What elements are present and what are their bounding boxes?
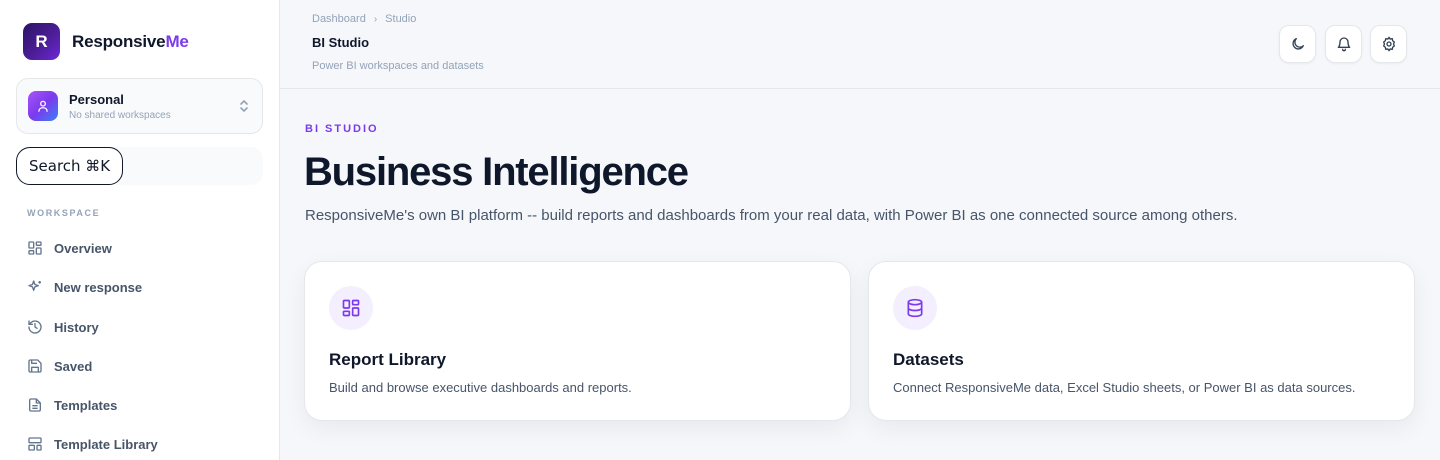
brand[interactable]: R ResponsiveMe (23, 23, 189, 60)
search-row: Search ⌘K (16, 147, 263, 185)
report-library-card[interactable]: Report Library Build and browse executiv… (304, 261, 851, 421)
breadcrumb-studio[interactable]: Studio (385, 13, 416, 25)
sidebar-item-overview[interactable]: Overview (27, 238, 112, 258)
card-description: Connect ResponsiveMe data, Excel Studio … (893, 380, 1356, 395)
sidebar-item-label: Saved (54, 358, 93, 374)
grid-icon (329, 286, 373, 330)
sidebar-item-saved[interactable]: Saved (27, 356, 92, 376)
top-header: Dashboard › Studio BI Studio Power BI wo… (280, 0, 1440, 89)
theme-toggle-button[interactable] (1279, 25, 1316, 63)
sidebar-item-label: Template Library (54, 436, 158, 452)
sidebar-item-label: History (54, 319, 99, 335)
bell-icon (1337, 37, 1350, 52)
settings-button[interactable] (1370, 25, 1407, 63)
page-subtitle: Power BI workspaces and datasets (312, 60, 484, 72)
section-eyebrow: BI STUDIO (305, 123, 379, 135)
breadcrumb: Dashboard › Studio (312, 13, 416, 25)
workspace-subtitle: No shared workspaces (69, 109, 171, 121)
sidebar-item-label: Overview (54, 240, 112, 256)
grid-icon (28, 241, 42, 255)
hero-description: ResponsiveMe's own BI platform -- build … (305, 207, 1238, 224)
search-button[interactable]: Search ⌘K (16, 147, 124, 185)
datasets-card[interactable]: Datasets Connect ResponsiveMe data, Exce… (868, 261, 1415, 421)
sidebar-item-new-response[interactable]: New response (27, 277, 142, 297)
nav-heading: WORKSPACE (27, 208, 101, 218)
page-title: BI Studio (312, 35, 370, 50)
workspace-title: Personal (69, 91, 124, 107)
card-description: Build and browse executive dashboards an… (329, 380, 632, 395)
database-icon (893, 286, 937, 330)
sidebar-item-history[interactable]: History (27, 317, 99, 337)
breadcrumb-dashboard[interactable]: Dashboard (312, 13, 366, 25)
sidebar-item-templates[interactable]: Templates (27, 395, 117, 415)
gear-icon (1382, 36, 1395, 52)
card-title: Report Library (329, 350, 447, 369)
sidebar-item-label: Templates (54, 397, 118, 413)
layout-icon (28, 437, 42, 451)
document-icon (29, 398, 41, 412)
sidebar-item-label: New response (54, 279, 143, 295)
moon-icon (1291, 38, 1304, 50)
hero-title: Business Intelligence (304, 150, 689, 194)
save-icon (28, 359, 42, 373)
brand-name: ResponsiveMe (72, 32, 189, 52)
brand-name-main: Responsive (72, 31, 166, 51)
chevron-right-icon: › (373, 13, 378, 25)
sidebar: R ResponsiveMe Personal No shared worksp… (0, 0, 280, 460)
user-icon (28, 91, 58, 121)
sparkles-icon (28, 280, 41, 291)
sidebar-item-template-library[interactable]: Template Library (27, 434, 158, 454)
brand-name-accent: Me (165, 31, 189, 51)
card-title: Datasets (893, 350, 964, 369)
history-icon (28, 320, 42, 334)
workspace-switcher[interactable]: Personal No shared workspaces (16, 78, 263, 134)
notifications-button[interactable] (1325, 25, 1362, 63)
brand-logo: R (23, 23, 60, 60)
chevron-up-down-icon (238, 98, 250, 119)
